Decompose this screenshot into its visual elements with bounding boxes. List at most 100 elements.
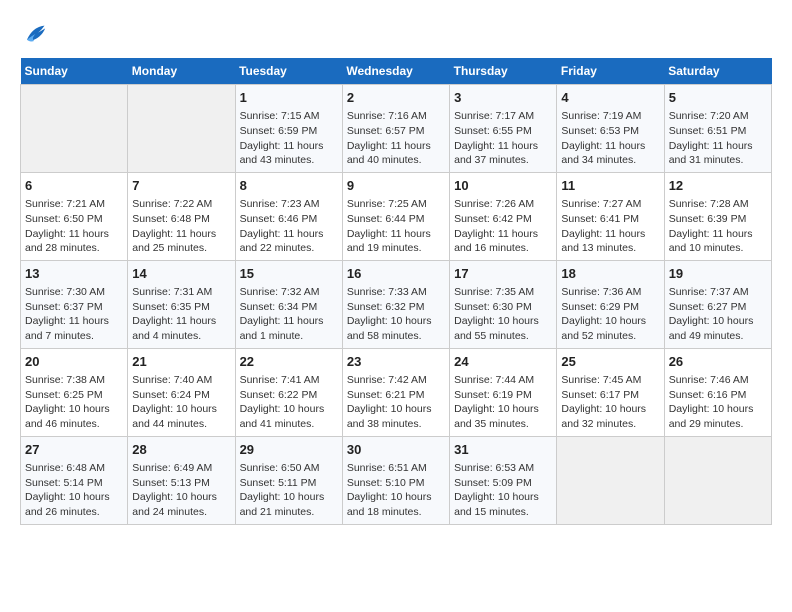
day-cell <box>557 436 664 524</box>
day-number: 24 <box>454 353 552 371</box>
day-cell <box>664 436 771 524</box>
header-cell-sunday: Sunday <box>21 58 128 85</box>
week-row-3: 13Sunrise: 7:30 AM Sunset: 6:37 PM Dayli… <box>21 260 772 348</box>
day-cell: 7 Sunrise: 7:22 AM Sunset: 6:48 PM Daylig… <box>128 172 235 260</box>
day-number: 4 <box>561 89 659 107</box>
day-info: Sunrise: 7:38 AM Sunset: 6:25 PM Dayligh… <box>25 373 123 432</box>
day-cell: 23Sunrise: 7:42 AM Sunset: 6:21 PM Dayli… <box>342 348 449 436</box>
day-info: Sunrise: 7:17 AM Sunset: 6:55 PM Dayligh… <box>454 109 552 168</box>
day-cell: 9Sunrise: 7:25 AM Sunset: 6:44 PM Daylig… <box>342 172 449 260</box>
day-number: 29 <box>240 441 338 459</box>
day-number: 19 <box>669 265 767 283</box>
day-number: 6 <box>25 177 123 195</box>
day-info: Sunrise: 6:48 AM Sunset: 5:14 PM Dayligh… <box>25 461 123 520</box>
day-cell: 22 Sunrise: 7:41 AM Sunset: 6:22 PM Dayli… <box>235 348 342 436</box>
day-info: Sunrise: 7:41 AM Sunset: 6:22 PM Dayligh… <box>240 373 338 432</box>
day-cell: 5Sunrise: 7:20 AM Sunset: 6:51 PM Daylig… <box>664 85 771 173</box>
day-cell: 12Sunrise: 7:28 AM Sunset: 6:39 PM Dayli… <box>664 172 771 260</box>
page-header <box>20 20 772 48</box>
day-cell: 16 Sunrise: 7:33 AM Sunset: 6:32 PM Dayli… <box>342 260 449 348</box>
week-row-5: 27 Sunrise: 6:48 AM Sunset: 5:14 PM Dayli… <box>21 436 772 524</box>
day-info: Sunrise: 7:30 AM Sunset: 6:37 PM Dayligh… <box>25 285 123 344</box>
day-number: 2 <box>347 89 445 107</box>
day-info: Sunrise: 7:15 AM Sunset: 6:59 PM Dayligh… <box>240 109 338 168</box>
day-info: Sunrise: 7:46 AM Sunset: 6:16 PM Dayligh… <box>669 373 767 432</box>
day-cell: 15Sunrise: 7:32 AM Sunset: 6:34 PM Dayli… <box>235 260 342 348</box>
day-cell <box>21 85 128 173</box>
day-info: Sunrise: 7:35 AM Sunset: 6:30 PM Dayligh… <box>454 285 552 344</box>
week-row-4: 20 Sunrise: 7:38 AM Sunset: 6:25 PM Dayli… <box>21 348 772 436</box>
day-info: Sunrise: 7:40 AM Sunset: 6:24 PM Dayligh… <box>132 373 230 432</box>
day-number: 18 <box>561 265 659 283</box>
calendar-body: 1 Sunrise: 7:15 AM Sunset: 6:59 PM Daylig… <box>21 85 772 525</box>
day-info: Sunrise: 7:23 AM Sunset: 6:46 PM Dayligh… <box>240 197 338 256</box>
day-number: 8 <box>240 177 338 195</box>
logo <box>20 20 52 48</box>
day-info: Sunrise: 6:53 AM Sunset: 5:09 PM Dayligh… <box>454 461 552 520</box>
header-cell-saturday: Saturday <box>664 58 771 85</box>
day-cell: 2 Sunrise: 7:16 AM Sunset: 6:57 PM Daylig… <box>342 85 449 173</box>
day-cell: 25 Sunrise: 7:45 AM Sunset: 6:17 PM Dayli… <box>557 348 664 436</box>
day-number: 17 <box>454 265 552 283</box>
header-cell-friday: Friday <box>557 58 664 85</box>
day-cell: 6 Sunrise: 7:21 AM Sunset: 6:50 PM Daylig… <box>21 172 128 260</box>
day-number: 11 <box>561 177 659 195</box>
day-number: 7 <box>132 177 230 195</box>
day-cell: 4Sunrise: 7:19 AM Sunset: 6:53 PM Daylig… <box>557 85 664 173</box>
day-info: Sunrise: 6:51 AM Sunset: 5:10 PM Dayligh… <box>347 461 445 520</box>
day-info: Sunrise: 7:33 AM Sunset: 6:32 PM Dayligh… <box>347 285 445 344</box>
day-cell: 8 Sunrise: 7:23 AM Sunset: 6:46 PM Daylig… <box>235 172 342 260</box>
day-number: 9 <box>347 177 445 195</box>
day-cell: 19 Sunrise: 7:37 AM Sunset: 6:27 PM Dayli… <box>664 260 771 348</box>
day-number: 31 <box>454 441 552 459</box>
day-cell: 29Sunrise: 6:50 AM Sunset: 5:11 PM Dayli… <box>235 436 342 524</box>
day-cell: 13Sunrise: 7:30 AM Sunset: 6:37 PM Dayli… <box>21 260 128 348</box>
day-number: 30 <box>347 441 445 459</box>
day-info: Sunrise: 7:36 AM Sunset: 6:29 PM Dayligh… <box>561 285 659 344</box>
header-cell-wednesday: Wednesday <box>342 58 449 85</box>
day-cell: 24 Sunrise: 7:44 AM Sunset: 6:19 PM Dayli… <box>450 348 557 436</box>
day-number: 3 <box>454 89 552 107</box>
day-cell: 11 Sunrise: 7:27 AM Sunset: 6:41 PM Dayli… <box>557 172 664 260</box>
day-number: 20 <box>25 353 123 371</box>
day-number: 22 <box>240 353 338 371</box>
day-cell: 27 Sunrise: 6:48 AM Sunset: 5:14 PM Dayli… <box>21 436 128 524</box>
day-info: Sunrise: 7:20 AM Sunset: 6:51 PM Dayligh… <box>669 109 767 168</box>
day-cell: 14 Sunrise: 7:31 AM Sunset: 6:35 PM Dayli… <box>128 260 235 348</box>
header-cell-monday: Monday <box>128 58 235 85</box>
day-info: Sunrise: 7:16 AM Sunset: 6:57 PM Dayligh… <box>347 109 445 168</box>
day-info: Sunrise: 7:42 AM Sunset: 6:21 PM Dayligh… <box>347 373 445 432</box>
day-info: Sunrise: 7:21 AM Sunset: 6:50 PM Dayligh… <box>25 197 123 256</box>
day-info: Sunrise: 7:31 AM Sunset: 6:35 PM Dayligh… <box>132 285 230 344</box>
day-info: Sunrise: 6:49 AM Sunset: 5:13 PM Dayligh… <box>132 461 230 520</box>
day-number: 21 <box>132 353 230 371</box>
day-cell: 28 Sunrise: 6:49 AM Sunset: 5:13 PM Dayli… <box>128 436 235 524</box>
day-cell: 20 Sunrise: 7:38 AM Sunset: 6:25 PM Dayli… <box>21 348 128 436</box>
calendar-header: SundayMondayTuesdayWednesdayThursdayFrid… <box>21 58 772 85</box>
day-cell: 10Sunrise: 7:26 AM Sunset: 6:42 PM Dayli… <box>450 172 557 260</box>
day-number: 15 <box>240 265 338 283</box>
day-number: 16 <box>347 265 445 283</box>
day-number: 1 <box>240 89 338 107</box>
day-number: 28 <box>132 441 230 459</box>
day-cell: 18 Sunrise: 7:36 AM Sunset: 6:29 PM Dayli… <box>557 260 664 348</box>
day-info: Sunrise: 7:44 AM Sunset: 6:19 PM Dayligh… <box>454 373 552 432</box>
calendar-table: SundayMondayTuesdayWednesdayThursdayFrid… <box>20 58 772 525</box>
header-row: SundayMondayTuesdayWednesdayThursdayFrid… <box>21 58 772 85</box>
day-info: Sunrise: 7:45 AM Sunset: 6:17 PM Dayligh… <box>561 373 659 432</box>
day-info: Sunrise: 7:37 AM Sunset: 6:27 PM Dayligh… <box>669 285 767 344</box>
header-cell-thursday: Thursday <box>450 58 557 85</box>
day-cell <box>128 85 235 173</box>
day-number: 14 <box>132 265 230 283</box>
day-info: Sunrise: 7:28 AM Sunset: 6:39 PM Dayligh… <box>669 197 767 256</box>
day-cell: 1 Sunrise: 7:15 AM Sunset: 6:59 PM Daylig… <box>235 85 342 173</box>
day-number: 25 <box>561 353 659 371</box>
header-cell-tuesday: Tuesday <box>235 58 342 85</box>
day-number: 26 <box>669 353 767 371</box>
day-info: Sunrise: 7:27 AM Sunset: 6:41 PM Dayligh… <box>561 197 659 256</box>
day-number: 27 <box>25 441 123 459</box>
day-cell: 3 Sunrise: 7:17 AM Sunset: 6:55 PM Daylig… <box>450 85 557 173</box>
week-row-2: 6 Sunrise: 7:21 AM Sunset: 6:50 PM Daylig… <box>21 172 772 260</box>
day-cell: 30 Sunrise: 6:51 AM Sunset: 5:10 PM Dayli… <box>342 436 449 524</box>
day-info: Sunrise: 7:22 AM Sunset: 6:48 PM Dayligh… <box>132 197 230 256</box>
